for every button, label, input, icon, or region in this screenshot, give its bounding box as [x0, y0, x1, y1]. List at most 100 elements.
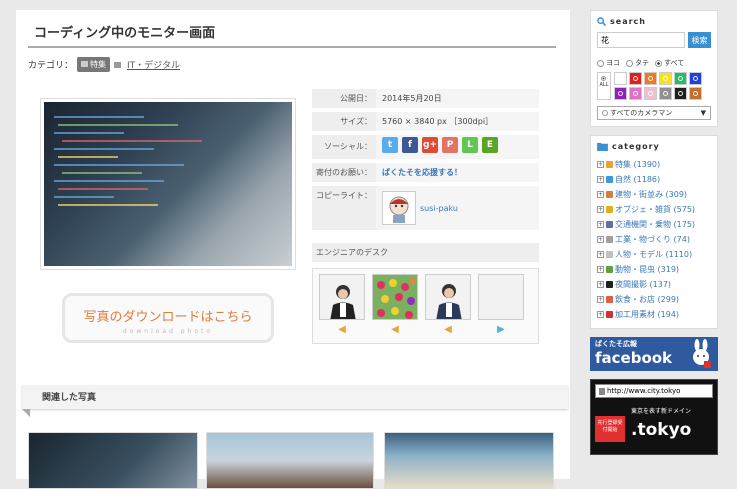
expand-icon[interactable]: + — [597, 281, 604, 288]
search-box: search 検索 ヨコ タテ すべて ALL すべてのカメラマン ▼ — [590, 10, 718, 127]
chevron-down-icon: ▼ — [700, 109, 706, 117]
related-photo[interactable] — [206, 432, 374, 489]
category-item[interactable]: + 自然 (1186) — [597, 172, 711, 187]
category-label: カテゴリ： — [28, 61, 74, 71]
expand-icon[interactable]: + — [597, 221, 604, 228]
category-icon — [606, 251, 613, 258]
category-icon — [606, 236, 613, 243]
category-item[interactable]: + 加工用素材 (194) — [597, 307, 711, 322]
download-button[interactable]: 写真のダウンロードはこちら download photo — [62, 293, 274, 343]
category-icon — [606, 266, 613, 273]
category-item[interactable]: + 特集 (1390) — [597, 157, 711, 172]
radio-all[interactable]: すべて — [655, 58, 684, 68]
expand-icon[interactable]: + — [597, 296, 604, 303]
related-photo[interactable] — [28, 432, 198, 489]
category-item[interactable]: + 夜間撮影 (137) — [597, 277, 711, 292]
color-swatch[interactable] — [614, 72, 627, 85]
expand-icon[interactable]: + — [597, 251, 604, 258]
related-set-title: エンジニアのデスク — [312, 243, 539, 262]
expand-icon[interactable]: + — [597, 191, 604, 198]
donate-link[interactable]: ぱくたそを応援する！ — [376, 163, 539, 182]
category-item[interactable]: + 飲食・お店 (299) — [597, 292, 711, 307]
expand-icon[interactable]: + — [597, 206, 604, 213]
arrow-right-icon[interactable]: ▶ — [478, 324, 524, 335]
info-row-published: 公開日： 2014年5月20日 — [312, 89, 539, 108]
related-thumbnails: ◀ ◀ ◀ ▶ — [312, 268, 539, 344]
rabbit-icon — [693, 339, 711, 368]
color-swatch[interactable] — [674, 87, 687, 100]
folder-icon — [597, 142, 608, 151]
category-icon — [606, 221, 613, 228]
orientation-radios: ヨコ タテ すべて — [597, 58, 711, 68]
line-icon[interactable]: L — [462, 137, 478, 153]
category-item[interactable]: + 工業・物づくり (74) — [597, 232, 711, 247]
info-row-social: ソーシャル： t f g+ P L E — [312, 135, 539, 159]
facebook-banner[interactable]: ぱくたそ広報 facebook — [590, 337, 718, 371]
expand-icon[interactable]: + — [597, 176, 604, 183]
color-swatch[interactable] — [644, 87, 657, 100]
pinterest-icon[interactable]: P — [442, 137, 458, 153]
color-swatch[interactable] — [644, 72, 657, 85]
facebook-icon[interactable]: f — [402, 137, 418, 153]
related-thumb[interactable]: ◀ — [425, 274, 471, 338]
page-icon — [599, 387, 605, 395]
expand-icon[interactable]: + — [597, 311, 604, 318]
photo-info: 公開日： 2014年5月20日 サイズ： 5760 × 3840 px ［300… — [312, 89, 539, 234]
arrow-left-icon[interactable]: ◀ — [319, 324, 365, 335]
related-thumb[interactable]: ◀ — [319, 274, 365, 338]
category-box: category + 特集 (1390) + 自然 (1186) + 建物・街並み (30… — [590, 135, 718, 329]
category-item[interactable]: + 交通機関・乗物 (175) — [597, 217, 711, 232]
expand-icon[interactable]: + — [597, 161, 604, 168]
color-filter: ALL — [597, 72, 711, 100]
radio-tate[interactable]: タテ — [626, 58, 649, 68]
color-swatch[interactable] — [629, 72, 642, 85]
folder-icon — [114, 61, 122, 68]
color-swatch-all[interactable]: ALL — [597, 72, 611, 100]
main-content: コーディング中のモニター画面 カテゴリ： 特集 IT・デジタル 写真のダウンロー… — [16, 10, 570, 489]
arrow-left-icon[interactable]: ◀ — [425, 324, 471, 335]
feature-tag[interactable]: 特集 — [77, 57, 111, 72]
author-link[interactable]: susi-paku — [420, 204, 458, 213]
author-avatar[interactable] — [382, 191, 416, 225]
category-title: category — [612, 142, 660, 151]
tokyo-domain-banner[interactable]: http://www.city.tokyo 東京を表す新ドメイン 先行登録受付開… — [590, 379, 718, 455]
category-icon — [606, 191, 613, 198]
color-swatch[interactable] — [659, 87, 672, 100]
category-row: カテゴリ： 特集 IT・デジタル — [28, 57, 180, 72]
color-swatch[interactable] — [659, 72, 672, 85]
category-item[interactable]: + 動物・昆虫 (319) — [597, 262, 711, 277]
main-photo[interactable] — [40, 98, 296, 270]
arrow-left-icon[interactable]: ◀ — [372, 324, 418, 335]
related-photo[interactable] — [384, 432, 554, 489]
category-item[interactable]: + オブジェ・雑貨 (575) — [597, 202, 711, 217]
googleplus-icon[interactable]: g+ — [422, 137, 438, 153]
related-thumb[interactable]: ◀ — [372, 274, 418, 338]
camera-select[interactable]: すべてのカメラマン ▼ — [597, 106, 711, 120]
twitter-icon[interactable]: t — [382, 137, 398, 153]
page-title: コーディング中のモニター画面 — [34, 26, 216, 41]
social-icons: t f g+ P L E — [376, 135, 539, 159]
evernote-icon[interactable]: E — [482, 137, 498, 153]
related-thumb[interactable]: ▶ — [478, 274, 524, 338]
download-sublabel: download photo — [122, 328, 214, 335]
category-icon — [606, 296, 613, 303]
radio-yoko[interactable]: ヨコ — [597, 58, 620, 68]
sidebar: search 検索 ヨコ タテ すべて ALL すべてのカメラマン ▼ cate… — [590, 10, 718, 455]
color-swatch[interactable] — [614, 87, 627, 100]
category-link[interactable]: IT・デジタル — [127, 58, 180, 71]
search-input[interactable] — [597, 32, 685, 48]
expand-icon[interactable]: + — [597, 266, 604, 273]
color-swatch[interactable] — [689, 72, 702, 85]
color-swatch[interactable] — [689, 87, 702, 100]
search-button[interactable]: 検索 — [688, 32, 711, 48]
category-item[interactable]: + 人物・モデル (1110) — [597, 247, 711, 262]
search-icon — [597, 17, 606, 26]
download-label: 写真のダウンロードはこちら — [83, 310, 253, 325]
search-title: search — [610, 17, 646, 26]
color-swatch[interactable] — [674, 72, 687, 85]
expand-icon[interactable]: + — [597, 236, 604, 243]
category-item[interactable]: + 建物・街並み (309) — [597, 187, 711, 202]
color-swatch[interactable] — [629, 87, 642, 100]
category-list: + 特集 (1390) + 自然 (1186) + 建物・街並み (309) + オブジェ・雑… — [597, 157, 711, 322]
category-icon — [606, 176, 613, 183]
